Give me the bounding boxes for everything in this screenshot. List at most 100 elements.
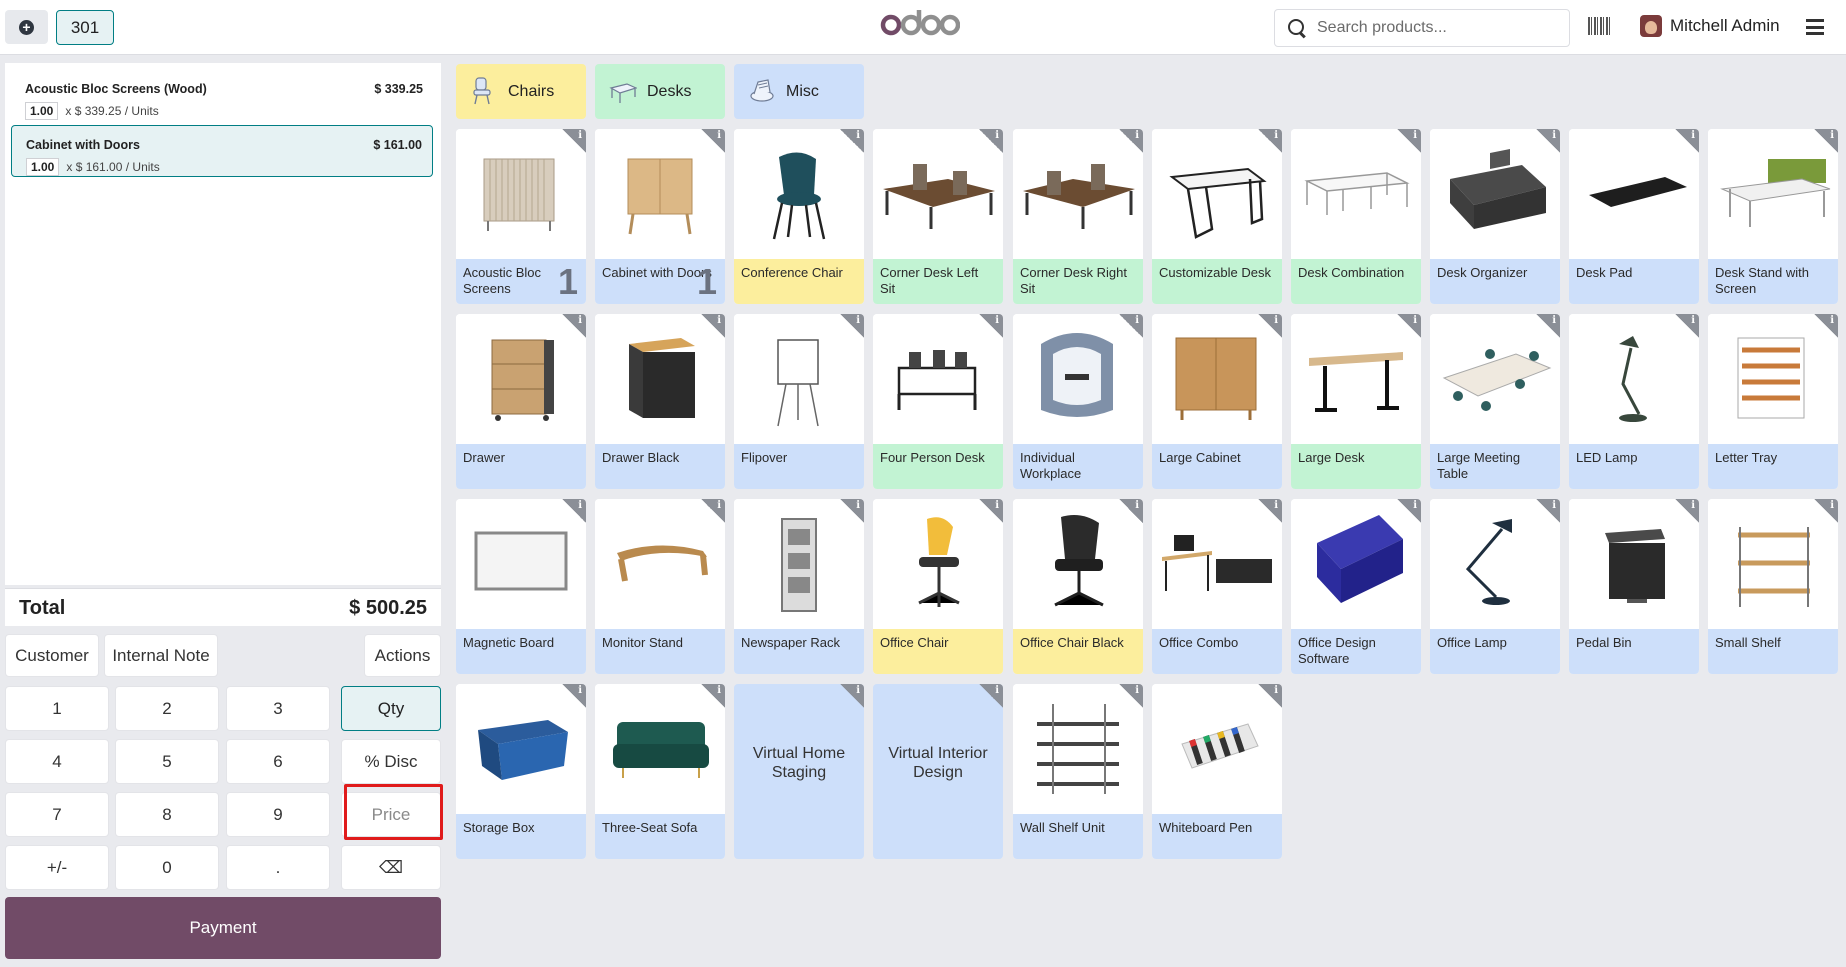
search-input[interactable] [1317,19,1557,37]
product-card[interactable]: Newspaper Rack i [734,499,864,674]
barcode-icon[interactable] [1588,17,1610,35]
product-card[interactable]: Office Chair Black i [1013,499,1143,674]
product-card[interactable]: Four Person Desk i [873,314,1003,489]
product-info-icon[interactable]: i [1119,499,1143,523]
category-misc[interactable]: Misc [734,64,864,119]
product-card[interactable]: Customizable Desk i [1152,129,1282,304]
product-info-icon[interactable]: i [979,499,1003,523]
product-card[interactable]: Individual Workplace i [1013,314,1143,489]
product-info-icon[interactable]: i [1814,499,1838,523]
user-menu[interactable]: Mitchell Admin [1640,15,1780,37]
product-card[interactable]: Storage Box i [456,684,586,859]
product-card[interactable]: Magnetic Board i [456,499,586,674]
payment-button[interactable]: Payment [5,897,441,959]
product-card[interactable]: Acoustic Bloc Screens 1 i [456,129,586,304]
product-info-icon[interactable]: i [840,499,864,523]
actions-button[interactable]: Actions [364,634,441,677]
product-info-icon[interactable]: i [1258,499,1282,523]
product-info-icon[interactable]: i [840,129,864,153]
product-card[interactable]: Office Design Software i [1291,499,1421,674]
product-card[interactable]: Wall Shelf Unit i [1013,684,1143,859]
product-info-icon[interactable]: i [1814,129,1838,153]
product-card[interactable]: Small Shelf i [1708,499,1838,674]
product-card[interactable]: Desk Combination i [1291,129,1421,304]
search-box[interactable] [1274,9,1570,47]
product-info-icon[interactable]: i [562,314,586,338]
category-desks[interactable]: Desks [595,64,725,119]
numpad-6[interactable]: 6 [226,739,330,784]
product-card[interactable]: Large Desk i [1291,314,1421,489]
product-card[interactable]: Monitor Stand i [595,499,725,674]
product-info-icon[interactable]: i [562,684,586,708]
hamburger-menu-icon[interactable] [1806,19,1824,35]
product-info-icon[interactable]: i [1675,499,1699,523]
product-info-icon[interactable]: i [1119,314,1143,338]
product-card[interactable]: Flipover i [734,314,864,489]
product-info-icon[interactable]: i [1814,314,1838,338]
product-info-icon[interactable]: i [840,684,864,708]
product-info-icon[interactable]: i [1397,499,1421,523]
product-card[interactable]: LED Lamp i [1569,314,1699,489]
numpad-plus-minus[interactable]: +/- [5,845,109,890]
product-info-icon[interactable]: i [1536,499,1560,523]
product-info-icon[interactable]: i [979,314,1003,338]
product-info-icon[interactable]: i [1119,684,1143,708]
product-info-icon[interactable]: i [840,314,864,338]
discount-mode-button[interactable]: % Disc [341,739,441,784]
product-info-icon[interactable]: i [701,129,725,153]
numpad-0[interactable]: 0 [115,845,219,890]
product-info-icon[interactable]: i [701,499,725,523]
numpad-1[interactable]: 1 [5,686,109,731]
product-card[interactable]: Pedal Bin i [1569,499,1699,674]
product-info-icon[interactable]: i [979,684,1003,708]
product-info-icon[interactable]: i [1675,314,1699,338]
numpad-5[interactable]: 5 [115,739,219,784]
product-card[interactable]: Cabinet with Doors 1 i [595,129,725,304]
product-card[interactable]: Desk Organizer i [1430,129,1560,304]
numpad-2[interactable]: 2 [115,686,219,731]
product-info-icon[interactable]: i [1119,129,1143,153]
product-info-icon[interactable]: i [979,129,1003,153]
product-info-icon[interactable]: i [1536,129,1560,153]
numpad-7[interactable]: 7 [5,792,109,837]
product-card[interactable]: Large Cabinet i [1152,314,1282,489]
backspace-button[interactable]: ⌫ [341,845,441,890]
product-card[interactable]: Corner Desk Right Sit i [1013,129,1143,304]
product-info-icon[interactable]: i [1675,129,1699,153]
product-info-icon[interactable]: i [1258,684,1282,708]
qty-mode-button[interactable]: Qty [341,686,441,731]
product-info-icon[interactable]: i [1397,129,1421,153]
product-info-icon[interactable]: i [701,684,725,708]
product-card[interactable]: Desk Stand with Screen i [1708,129,1838,304]
product-card[interactable]: Letter Tray i [1708,314,1838,489]
product-card[interactable]: Office Lamp i [1430,499,1560,674]
product-info-icon[interactable]: i [1258,314,1282,338]
category-chairs[interactable]: Chairs [456,64,586,119]
numpad-3[interactable]: 3 [226,686,330,731]
product-card[interactable]: Conference Chair i [734,129,864,304]
numpad-decimal[interactable]: . [226,845,330,890]
order-line[interactable]: Acoustic Bloc Screens (Wood) $ 339.25 1.… [11,70,433,122]
product-info-icon[interactable]: i [562,129,586,153]
product-card[interactable]: Virtual Home Staging i [734,684,864,859]
internal-note-button[interactable]: Internal Note [104,634,218,677]
product-info-icon[interactable]: i [562,499,586,523]
product-card[interactable]: Office Combo i [1152,499,1282,674]
numpad-4[interactable]: 4 [5,739,109,784]
product-card[interactable]: Drawer Black i [595,314,725,489]
new-order-button[interactable]: + [5,10,48,44]
customer-button[interactable]: Customer [5,634,99,677]
order-tab[interactable]: 301 [56,10,114,45]
product-card[interactable]: Whiteboard Pen i [1152,684,1282,859]
product-card[interactable]: Three-Seat Sofa i [595,684,725,859]
product-info-icon[interactable]: i [1397,314,1421,338]
numpad-8[interactable]: 8 [115,792,219,837]
product-info-icon[interactable]: i [701,314,725,338]
product-card[interactable]: Office Chair i [873,499,1003,674]
product-info-icon[interactable]: i [1258,129,1282,153]
numpad-9[interactable]: 9 [226,792,330,837]
product-card[interactable]: Virtual Interior Design i [873,684,1003,859]
product-card[interactable]: Large Meeting Table i [1430,314,1560,489]
order-line-selected[interactable]: Cabinet with Doors $ 161.00 1.00 x $ 161… [11,125,433,177]
product-card[interactable]: Desk Pad i [1569,129,1699,304]
